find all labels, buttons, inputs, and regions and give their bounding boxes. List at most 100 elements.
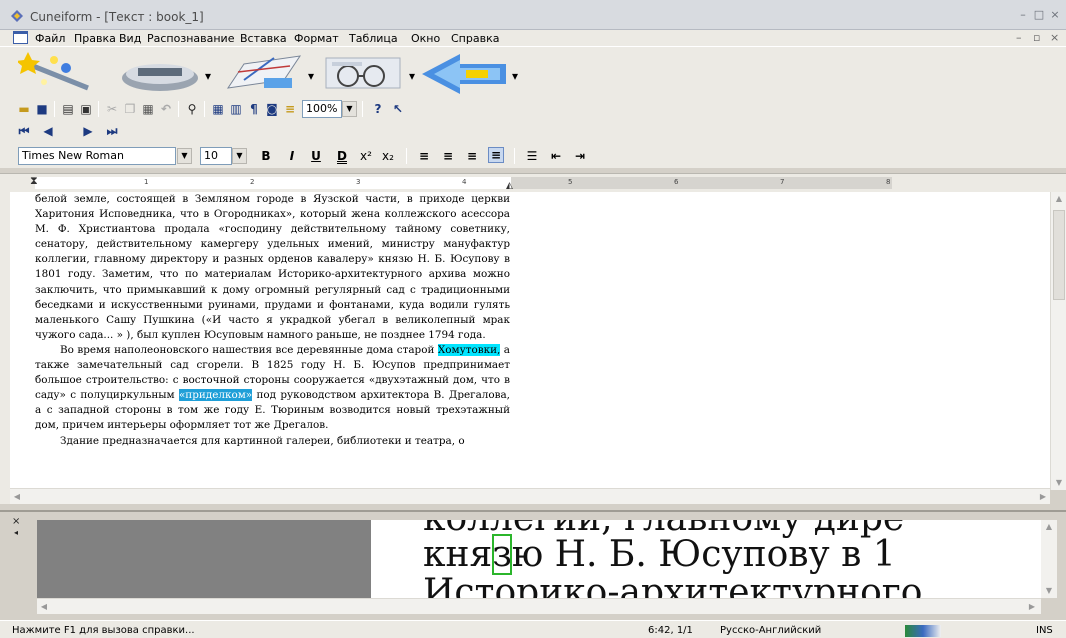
next-page-icon[interactable]: ▶ xyxy=(80,123,96,139)
menu-view[interactable]: Вид xyxy=(119,32,141,45)
menu-table[interactable]: Таблица xyxy=(349,32,398,45)
columns-icon[interactable]: ▥ xyxy=(228,101,244,117)
menu-window[interactable]: Окно xyxy=(411,32,440,45)
scroll-right-icon[interactable]: ▶ xyxy=(1036,490,1050,504)
justify-icon[interactable]: ≡ xyxy=(488,147,504,163)
read-button[interactable] xyxy=(322,50,404,96)
find-icon[interactable]: ⚲ xyxy=(184,101,200,117)
mdi-restore-icon[interactable]: ▫ xyxy=(1033,31,1040,44)
underline-button[interactable]: U xyxy=(308,148,324,164)
align-left-icon[interactable]: ≡ xyxy=(416,148,432,164)
font-dropdown-icon[interactable]: ▼ xyxy=(177,148,192,164)
left-indent-marker[interactable]: ⧗ xyxy=(30,174,38,188)
status-bar: Нажмите F1 для вызова справки... 6:42, 1… xyxy=(0,620,1066,638)
zoom-vertical-scrollbar[interactable]: ▲ ▼ xyxy=(1041,520,1057,598)
print-preview-icon[interactable]: ▣ xyxy=(78,101,94,117)
right-indent-marker[interactable]: ◭ xyxy=(506,181,513,191)
read-dropdown-icon[interactable]: ▾ xyxy=(409,69,415,83)
window-title: Cuneiform - [Текст : book_1] xyxy=(30,10,204,24)
font-name: Times New Roman xyxy=(22,149,124,162)
highlighted-word[interactable]: Хомутовки, xyxy=(437,343,501,356)
source-image-fragment[interactable]: коллегии, главному дире князю Н. Б. Юсуп… xyxy=(371,520,1041,598)
align-center-icon[interactable]: ≡ xyxy=(440,148,456,164)
copy-icon[interactable]: ❐ xyxy=(122,101,138,117)
pilcrow-icon[interactable]: ¶ xyxy=(246,101,262,117)
superscript-button[interactable]: x² xyxy=(358,148,374,164)
menu-format[interactable]: Формат xyxy=(294,32,339,45)
scroll-down-icon[interactable]: ▼ xyxy=(1052,476,1066,490)
frame-icon[interactable]: ◙ xyxy=(264,101,280,117)
subscript-button[interactable]: x₂ xyxy=(380,148,396,164)
close-icon[interactable]: × xyxy=(1048,9,1062,21)
help-icon[interactable]: ? xyxy=(370,101,386,117)
export-dropdown-icon[interactable]: ▾ xyxy=(512,69,518,83)
bold-button[interactable]: B xyxy=(258,148,274,164)
list-icon[interactable]: ☰ xyxy=(524,148,540,164)
title-bar[interactable]: Cuneiform - [Текст : book_1] – □ × xyxy=(0,0,1066,30)
cut-icon[interactable]: ✂ xyxy=(104,101,120,117)
recognize-all-button[interactable] xyxy=(16,50,104,96)
layout-button[interactable] xyxy=(224,50,304,96)
maximize-icon[interactable]: □ xyxy=(1032,9,1046,21)
open-icon[interactable]: ▬ xyxy=(16,101,32,117)
document-icon[interactable] xyxy=(13,31,28,44)
highlight-icon[interactable]: ≡ xyxy=(282,101,298,117)
menu-recognition[interactable]: Распознавание xyxy=(147,32,234,45)
minimize-icon[interactable]: – xyxy=(1016,9,1030,21)
scroll-left-icon[interactable]: ◀ xyxy=(37,600,51,614)
outdent-icon[interactable]: ⇤ xyxy=(548,148,564,164)
ruler[interactable]: ⧗ ◭ 1 2 3 4 5 6 7 8 xyxy=(0,173,1066,192)
font-size-dropdown-icon[interactable]: ▼ xyxy=(232,148,247,164)
scan-dropdown-icon[interactable]: ▾ xyxy=(205,69,211,83)
undo-icon[interactable]: ↶ xyxy=(158,101,174,117)
menu-edit[interactable]: Правка xyxy=(74,32,116,45)
export-button[interactable] xyxy=(420,50,510,96)
toolbar-separator xyxy=(98,101,99,117)
scan-button[interactable] xyxy=(120,50,200,96)
align-right-icon[interactable]: ≡ xyxy=(464,148,480,164)
image-text-line: князю Н. Б. Юсупову в 1 xyxy=(423,534,896,575)
ruler-number: 8 xyxy=(886,178,891,186)
selected-word[interactable]: «приделком» xyxy=(178,389,253,402)
last-page-icon[interactable]: ⏭ xyxy=(104,123,120,139)
table-icon[interactable]: ▦ xyxy=(210,101,226,117)
pane-close-icon[interactable]: × xyxy=(12,516,20,527)
menu-insert[interactable]: Вставка xyxy=(240,32,287,45)
toolbar-separator xyxy=(54,101,55,117)
layout-dropdown-icon[interactable]: ▾ xyxy=(308,69,314,83)
print-icon[interactable]: ▤ xyxy=(60,101,76,117)
italic-button[interactable]: I xyxy=(284,148,300,164)
font-size-select[interactable]: 10 xyxy=(200,147,232,165)
scroll-left-icon[interactable]: ◀ xyxy=(10,490,24,504)
context-help-icon[interactable]: ↖ xyxy=(390,101,406,117)
font-select[interactable]: Times New Roman xyxy=(18,147,176,165)
scanner-icon xyxy=(122,64,198,91)
indent-icon[interactable]: ⇥ xyxy=(572,148,588,164)
document-editor[interactable]: белой земле, состоящей в Земляном городе… xyxy=(10,192,1050,488)
scroll-up-icon[interactable]: ▲ xyxy=(1042,520,1056,534)
scroll-thumb[interactable] xyxy=(1053,210,1065,300)
first-page-icon[interactable]: ⏮ xyxy=(16,123,32,139)
recognition-language: Русско-Английский xyxy=(720,625,822,636)
toolbar-separator xyxy=(406,148,407,164)
paste-icon[interactable]: ▦ xyxy=(140,101,156,117)
scroll-down-icon[interactable]: ▼ xyxy=(1042,584,1056,598)
mdi-minimize-icon[interactable]: – xyxy=(1016,31,1022,44)
zoom-dropdown-icon[interactable]: ▼ xyxy=(342,101,357,117)
menu-help[interactable]: Справка xyxy=(451,32,499,45)
save-icon[interactable]: ■ xyxy=(34,101,50,117)
zoom-horizontal-scrollbar[interactable]: ◀ ▶ xyxy=(37,598,1041,614)
menu-file[interactable]: Файл xyxy=(35,32,65,45)
scroll-up-icon[interactable]: ▲ xyxy=(1052,192,1066,206)
pane-collapse-icon[interactable]: ◂ xyxy=(14,528,18,537)
document-text[interactable]: белой земле, состоящей в Земляном городе… xyxy=(35,192,510,449)
document-vertical-scrollbar[interactable]: ▲ ▼ xyxy=(1050,192,1066,490)
document-horizontal-scrollbar[interactable]: ◀ ▶ xyxy=(10,488,1050,504)
scroll-right-icon[interactable]: ▶ xyxy=(1025,600,1039,614)
cursor-position: 6:42, 1/1 xyxy=(648,625,693,636)
ruler-text-area xyxy=(35,177,511,189)
mdi-close-icon[interactable]: × xyxy=(1050,31,1059,44)
double-underline-button[interactable]: D xyxy=(334,148,350,164)
prev-page-icon[interactable]: ◀ xyxy=(40,123,56,139)
zoom-select[interactable]: 100% xyxy=(302,100,342,118)
